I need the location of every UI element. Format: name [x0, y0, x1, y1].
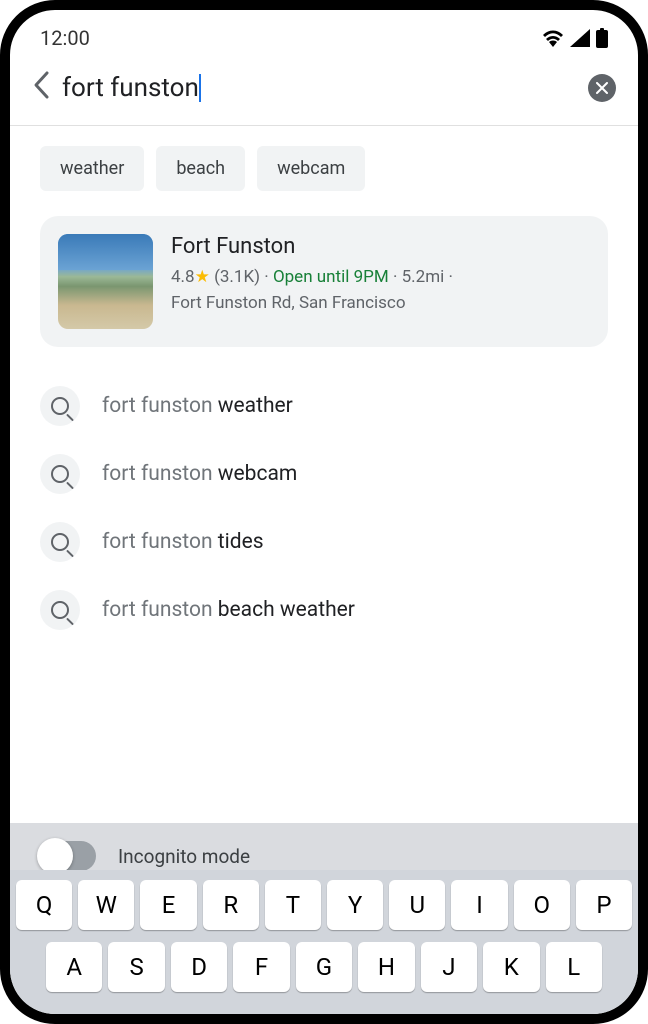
toggle-knob	[37, 838, 73, 874]
key-d[interactable]: D	[171, 942, 227, 992]
key-u[interactable]: U	[389, 880, 445, 930]
star-icon: ★	[195, 267, 210, 287]
place-address: Fort Funston Rd, San Francisco	[171, 293, 406, 313]
search-icon	[40, 590, 80, 630]
wifi-icon	[542, 29, 564, 47]
key-t[interactable]: T	[265, 880, 321, 930]
divider	[10, 125, 638, 126]
place-reviews: (3.1K)	[214, 267, 260, 287]
key-k[interactable]: K	[483, 942, 539, 992]
key-q[interactable]: Q	[16, 880, 72, 930]
suggestion-item[interactable]: fort funston tides	[40, 508, 608, 576]
incognito-label: Incognito mode	[118, 845, 250, 868]
place-card[interactable]: Fort Funston 4.8★ (3.1K) · Open until 9P…	[40, 216, 608, 347]
key-j[interactable]: J	[421, 942, 477, 992]
signal-icon	[570, 29, 590, 47]
suggestion-text: fort funston beach weather	[102, 598, 355, 622]
key-e[interactable]: E	[140, 880, 196, 930]
key-h[interactable]: H	[358, 942, 414, 992]
keyboard-row-1: Q W E R T Y U I O P	[16, 880, 632, 930]
battery-icon	[596, 28, 608, 48]
key-g[interactable]: G	[296, 942, 352, 992]
suggestion-item[interactable]: fort funston webcam	[40, 440, 608, 508]
chip-webcam[interactable]: webcam	[257, 146, 365, 191]
suggestion-item[interactable]: fort funston beach weather	[40, 576, 608, 644]
status-icons	[542, 28, 608, 48]
text-cursor	[199, 74, 201, 102]
search-bar: fort funston	[10, 60, 638, 125]
key-w[interactable]: W	[78, 880, 134, 930]
chip-beach[interactable]: beach	[156, 146, 245, 191]
suggestion-item[interactable]: fort funston weather	[40, 372, 608, 440]
place-meta: 4.8★ (3.1K) · Open until 9PM · 5.2mi · F…	[171, 265, 590, 316]
key-a[interactable]: A	[46, 942, 102, 992]
keyboard-row-2: A S D F G H J K L	[16, 942, 632, 992]
place-distance: 5.2mi	[402, 267, 445, 287]
search-icon	[40, 454, 80, 494]
chip-weather[interactable]: weather	[40, 146, 144, 191]
key-s[interactable]: S	[108, 942, 164, 992]
close-icon	[596, 82, 608, 94]
key-p[interactable]: P	[576, 880, 632, 930]
key-y[interactable]: Y	[327, 880, 383, 930]
place-title: Fort Funston	[171, 234, 590, 259]
key-r[interactable]: R	[203, 880, 259, 930]
place-rating: 4.8	[171, 267, 195, 287]
suggestions-list: fort funston weather fort funston webcam…	[10, 372, 638, 644]
place-thumbnail	[58, 234, 153, 329]
suggestion-text: fort funston webcam	[102, 462, 297, 486]
search-input[interactable]: fort funston	[62, 73, 199, 103]
place-open: Open until 9PM	[273, 267, 389, 287]
chip-row: weather beach webcam	[10, 146, 638, 216]
suggestion-text: fort funston tides	[102, 530, 264, 554]
key-o[interactable]: O	[514, 880, 570, 930]
suggestion-text: fort funston weather	[102, 394, 293, 418]
place-info: Fort Funston 4.8★ (3.1K) · Open until 9P…	[171, 234, 590, 316]
back-button[interactable]	[32, 70, 50, 105]
key-f[interactable]: F	[233, 942, 289, 992]
incognito-toggle[interactable]	[40, 841, 96, 871]
status-time: 12:00	[40, 26, 90, 50]
search-icon	[40, 522, 80, 562]
search-icon	[40, 386, 80, 426]
key-i[interactable]: I	[451, 880, 507, 930]
clear-button[interactable]	[588, 74, 616, 102]
key-l[interactable]: L	[546, 942, 602, 992]
status-bar: 12:00	[10, 10, 638, 60]
keyboard: Q W E R T Y U I O P A S D F G H J K L	[10, 870, 638, 1014]
